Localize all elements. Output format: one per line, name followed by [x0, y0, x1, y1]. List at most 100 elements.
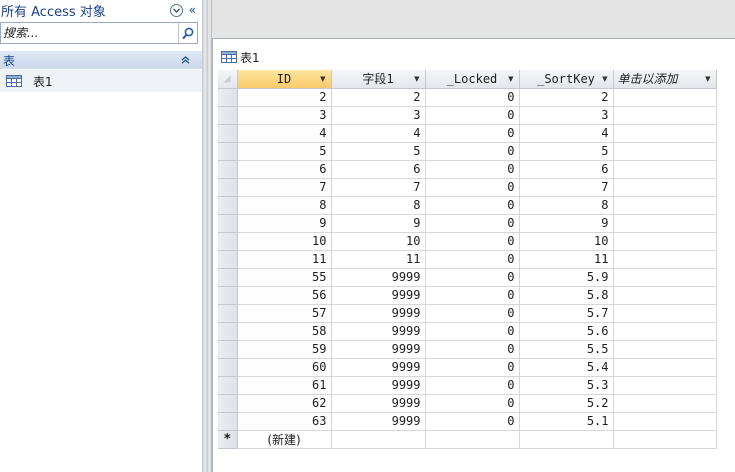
- table-cell[interactable]: 10: [237, 232, 332, 251]
- table-cell[interactable]: [613, 394, 717, 413]
- table-cell[interactable]: 5.3: [519, 376, 614, 395]
- table-cell[interactable]: 5: [519, 142, 614, 161]
- document-tab[interactable]: 表1: [221, 49, 260, 65]
- table-cell[interactable]: 6: [237, 160, 332, 179]
- table-cell[interactable]: 4: [237, 124, 332, 143]
- column-filter-dropdown-icon[interactable]: ▼: [414, 70, 419, 87]
- table-cell[interactable]: [613, 250, 717, 269]
- table-cell[interactable]: 0: [425, 304, 520, 323]
- table-cell[interactable]: 5.1: [519, 412, 614, 431]
- table-cell[interactable]: 2: [331, 88, 426, 107]
- table-cell[interactable]: 7: [519, 178, 614, 197]
- table-cell[interactable]: [613, 124, 717, 143]
- table-cell[interactable]: [425, 430, 520, 449]
- column-filter-dropdown-icon[interactable]: ▼: [705, 70, 710, 87]
- record-selector[interactable]: [218, 250, 238, 269]
- record-selector[interactable]: [218, 268, 238, 287]
- table-cell[interactable]: 6: [519, 160, 614, 179]
- table-cell[interactable]: 0: [425, 412, 520, 431]
- table-cell[interactable]: 9999: [331, 322, 426, 341]
- column-filter-dropdown-icon[interactable]: ▼: [602, 70, 607, 87]
- table-cell[interactable]: [613, 160, 717, 179]
- table-cell[interactable]: 10: [331, 232, 426, 251]
- record-selector[interactable]: [218, 142, 238, 161]
- record-selector[interactable]: [218, 232, 238, 251]
- table-cell[interactable]: 2: [237, 88, 332, 107]
- table-cell[interactable]: [613, 268, 717, 287]
- table-cell[interactable]: 5.4: [519, 358, 614, 377]
- table-cell[interactable]: 11: [331, 250, 426, 269]
- table-cell[interactable]: [613, 376, 717, 395]
- table-cell[interactable]: 9999: [331, 268, 426, 287]
- table-cell[interactable]: [613, 196, 717, 215]
- table-cell[interactable]: [519, 430, 614, 449]
- table-cell[interactable]: 3: [519, 106, 614, 125]
- table-cell[interactable]: 9999: [331, 340, 426, 359]
- table-cell[interactable]: 9999: [331, 304, 426, 323]
- table-cell[interactable]: 8: [237, 196, 332, 215]
- table-cell[interactable]: 0: [425, 394, 520, 413]
- record-selector[interactable]: [218, 88, 238, 107]
- column-header-4[interactable]: 单击以添加 ▼: [613, 70, 717, 89]
- table-cell[interactable]: 0: [425, 196, 520, 215]
- table-cell[interactable]: 60: [237, 358, 332, 377]
- column-header-0[interactable]: ID ▼: [237, 70, 332, 89]
- record-selector[interactable]: [218, 412, 238, 431]
- table-cell[interactable]: 11: [519, 250, 614, 269]
- table-cell[interactable]: 5.5: [519, 340, 614, 359]
- table-cell[interactable]: 3: [331, 106, 426, 125]
- record-selector[interactable]: [218, 214, 238, 233]
- record-selector[interactable]: [218, 322, 238, 341]
- table-cell[interactable]: [331, 430, 426, 449]
- table-cell[interactable]: 59: [237, 340, 332, 359]
- table-cell[interactable]: 9: [237, 214, 332, 233]
- table-cell[interactable]: 0: [425, 214, 520, 233]
- table-cell[interactable]: 0: [425, 142, 520, 161]
- nav-pane-header[interactable]: 所有 Access 对象 «: [0, 0, 202, 21]
- table-cell[interactable]: 8: [519, 196, 614, 215]
- new-record-placeholder[interactable]: (新建): [237, 430, 332, 449]
- table-cell[interactable]: 8: [331, 196, 426, 215]
- record-selector[interactable]: [218, 376, 238, 395]
- table-cell[interactable]: [613, 286, 717, 305]
- record-selector[interactable]: [218, 358, 238, 377]
- table-cell[interactable]: 3: [237, 106, 332, 125]
- record-selector[interactable]: [218, 196, 238, 215]
- table-cell[interactable]: 9999: [331, 286, 426, 305]
- table-cell[interactable]: 9999: [331, 358, 426, 377]
- table-cell[interactable]: [613, 214, 717, 233]
- record-selector[interactable]: [218, 286, 238, 305]
- nav-menu-chevron-icon[interactable]: [169, 4, 183, 17]
- table-cell[interactable]: 61: [237, 376, 332, 395]
- table-cell[interactable]: 0: [425, 268, 520, 287]
- table-cell[interactable]: 0: [425, 340, 520, 359]
- table-cell[interactable]: 55: [237, 268, 332, 287]
- record-selector[interactable]: [218, 160, 238, 179]
- table-cell[interactable]: 2: [519, 88, 614, 107]
- table-cell[interactable]: 56: [237, 286, 332, 305]
- nav-item-table1[interactable]: 表1: [0, 70, 202, 92]
- table-cell[interactable]: 9: [331, 214, 426, 233]
- table-cell[interactable]: 11: [237, 250, 332, 269]
- new-record-marker[interactable]: *: [218, 430, 238, 449]
- table-cell[interactable]: [613, 412, 717, 431]
- nav-group-tables[interactable]: 表: [0, 51, 202, 69]
- table-cell[interactable]: [613, 322, 717, 341]
- table-cell[interactable]: 6: [331, 160, 426, 179]
- table-cell[interactable]: 0: [425, 250, 520, 269]
- table-cell[interactable]: 5: [237, 142, 332, 161]
- table-cell[interactable]: 7: [237, 178, 332, 197]
- table-cell[interactable]: 63: [237, 412, 332, 431]
- table-cell[interactable]: [613, 178, 717, 197]
- record-selector[interactable]: [218, 340, 238, 359]
- nav-pane-title[interactable]: 所有 Access 对象: [0, 1, 106, 20]
- shutter-bar-close-icon[interactable]: «: [189, 4, 196, 17]
- table-cell[interactable]: 5.9: [519, 268, 614, 287]
- table-cell[interactable]: 4: [331, 124, 426, 143]
- table-cell[interactable]: 7: [331, 178, 426, 197]
- column-header-1[interactable]: 字段1 ▼: [331, 70, 426, 89]
- collapse-up-icon[interactable]: [181, 54, 202, 67]
- column-header-2[interactable]: _Locked ▼: [425, 70, 520, 89]
- record-selector[interactable]: [218, 124, 238, 143]
- table-cell[interactable]: 0: [425, 88, 520, 107]
